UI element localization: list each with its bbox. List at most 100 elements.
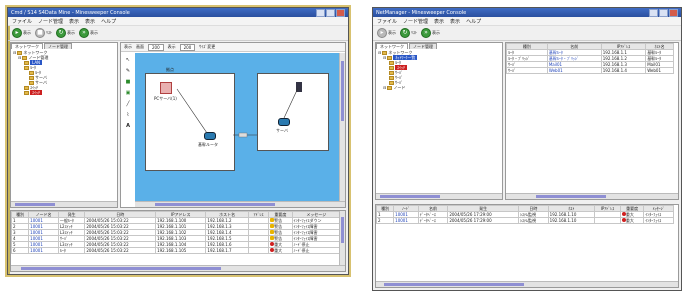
expand-toggle-icon[interactable]: ⊟	[13, 50, 16, 55]
line-tool-icon[interactable]: ╱	[126, 101, 129, 107]
table-cell: ﾙｰﾀ	[57, 247, 86, 254]
menu-file[interactable]: ファイル	[12, 18, 32, 25]
right-node-list: 種別 名前 IPｱﾄﾞﾚｽ ﾎｽﾄ名 ﾙｰﾀ 基幹ﾙｰﾀ 192.168.1.1 基幹ﾙｰﾀ…	[506, 43, 674, 74]
left-grid-vscroll[interactable]	[339, 211, 345, 267]
table-cell: Web01	[645, 67, 674, 74]
close-icon[interactable]	[336, 8, 345, 17]
left-event-grid-pane: 種別 ノード名 発生 日時 IPアドレス ホスト名 ｱﾄﾞﾚｽ 重要度 メッセージ 1 10001…	[10, 210, 346, 272]
refresh-icon: ↻	[56, 28, 66, 38]
table-cell: 6	[11, 247, 30, 254]
right-tree-hscroll[interactable]	[376, 193, 502, 199]
right-list-hscroll[interactable]	[506, 193, 678, 199]
right-grid-hscroll[interactable]	[376, 281, 678, 287]
table-cell: Web01	[546, 67, 602, 74]
table-cell: ｻｰﾊﾞ	[506, 67, 548, 74]
folder-icon	[24, 90, 29, 95]
toolbar-button-1[interactable]: ▸ 表示	[377, 28, 396, 38]
table-cell: ﾃﾞｰﾀﾍﾞｰｽ	[417, 217, 449, 224]
pen-tool-icon[interactable]: ✎	[126, 68, 130, 74]
forward-icon: »	[79, 28, 89, 38]
map-links	[176, 87, 299, 138]
table-row[interactable]: ｻｰﾊﾞ Web01 192.168.1.4 Web01	[506, 67, 674, 74]
folder-icon	[22, 55, 28, 60]
expand-toggle-icon[interactable]: ⊟	[378, 50, 381, 55]
menu-view[interactable]: 表示	[434, 18, 444, 25]
folder-icon	[387, 85, 393, 90]
menu-help[interactable]: ヘルプ	[466, 18, 481, 25]
table-cell: 2004/05/26 15:03:22	[84, 247, 157, 254]
left-window: Cmd / S14 S4Data Mine - Minesweeper Cons…	[7, 7, 349, 275]
right-event-grid-pane: 種別 ﾉｰﾄﾞ 名前 発生 日時 ﾎｽﾄ IPｱﾄﾞﾚｽ 重要度 ﾒｯｾｰｼﾞ 1 10001 ﾃﾞ…	[375, 204, 679, 288]
menu-view[interactable]: 表示	[69, 18, 79, 25]
map-tool-palette: ↖ ✎ ■ ▣ ╱ ⌇ A	[123, 53, 133, 207]
tab-network[interactable]: ネットワーク	[11, 43, 43, 49]
table-cell: 2004/05/26 17:29:00	[447, 217, 520, 224]
left-grid-hscroll[interactable]	[11, 265, 345, 271]
table-cell: 重大	[268, 247, 293, 254]
left-window-title: Cmd / S14 S4Data Mine - Minesweeper Cons…	[11, 9, 130, 16]
folder-icon	[389, 60, 394, 65]
toolbar-button-2[interactable]: ■ ﾘｽﾄ	[35, 28, 52, 38]
tree-node[interactable]: ｽｲｯﾁ	[13, 90, 115, 95]
map-vscroll[interactable]	[339, 53, 345, 201]
stop-icon: ■	[35, 28, 45, 38]
folder-icon	[382, 50, 388, 55]
right-event-grid: 種別 ﾉｰﾄﾞ 名前 発生 日時 ﾎｽﾄ IPｱﾄﾞﾚｽ 重要度 ﾒｯｾｰｼﾞ 1 10001 ﾃﾞ…	[376, 205, 674, 224]
left-tree-hscroll[interactable]	[11, 201, 117, 207]
expand-toggle-icon[interactable]: ⊟	[383, 85, 386, 90]
left-toolbar: ▸ 表示 ■ ﾘｽﾄ ↻ 表示 » 表示	[8, 26, 348, 41]
play-icon: ▸	[12, 28, 22, 38]
map-hscroll[interactable]	[135, 201, 345, 207]
minimize-icon[interactable]	[316, 8, 325, 17]
folder-icon	[389, 75, 394, 80]
menu-node[interactable]: ノード管理	[38, 18, 63, 25]
menu-view2[interactable]: 表示	[450, 18, 460, 25]
folder-icon	[389, 65, 394, 70]
table-cell: 192.168.1.7	[205, 247, 249, 254]
menu-view2[interactable]: 表示	[85, 18, 95, 25]
toolbar-button-1[interactable]: ▸ 表示	[12, 28, 31, 38]
table-row[interactable]: 6 10001 ﾙｰﾀ 2004/05/26 15:03:22 192.168.1.10…	[11, 247, 342, 254]
table-cell: 10001	[28, 247, 59, 254]
table-cell: 重大	[619, 217, 645, 224]
select-tool-icon[interactable]: ↖	[126, 57, 130, 63]
maximize-icon[interactable]	[659, 8, 668, 17]
right-window-title: NetManager - Minesweeper Console	[376, 9, 467, 16]
toolbar-button-3[interactable]: ↻ 表示	[56, 28, 75, 38]
maximize-icon[interactable]	[326, 8, 335, 17]
tab-node[interactable]: ノード管理	[409, 43, 437, 49]
connect-tool-icon[interactable]: ⌇	[127, 112, 129, 118]
table-cell: 192.168.1.10	[547, 217, 596, 224]
tab-network[interactable]: ネットワーク	[376, 43, 408, 49]
toolbar-button-4[interactable]: » 表示	[79, 28, 98, 38]
menu-file[interactable]: ファイル	[377, 18, 397, 25]
expand-toggle-icon[interactable]: ⊟	[18, 55, 21, 60]
toolbar-button-3[interactable]: » 表示	[421, 28, 440, 38]
right-window: NetManager - Minesweeper Console ファイル ノー…	[372, 7, 682, 291]
node-tool-icon[interactable]: ■	[126, 79, 131, 85]
tab-node[interactable]: ノード管理	[44, 43, 72, 49]
table-cell: ｼｽﾃﾑ監視	[518, 217, 549, 224]
left-menubar: ファイル ノード管理 表示 表示 ヘルプ	[8, 17, 348, 26]
network-map-canvas[interactable]: 拠点 PCサーバ(1) 基幹ルータ サーバ	[135, 53, 339, 201]
menu-help[interactable]: ヘルプ	[101, 18, 116, 25]
text-tool-icon[interactable]: A	[126, 123, 130, 129]
right-toolbar: ▸ 表示 ↻ ﾘｽﾄ » 表示	[373, 26, 681, 41]
tree-node[interactable]: ⊟ ノード	[378, 85, 500, 90]
folder-icon	[389, 70, 394, 75]
link-tool-icon[interactable]: ▣	[126, 90, 131, 96]
expand-toggle-icon[interactable]: ⊟	[383, 55, 386, 60]
minimize-icon[interactable]	[649, 8, 658, 17]
close-icon[interactable]	[669, 8, 678, 17]
menu-node[interactable]: ノード管理	[403, 18, 428, 25]
map-pane: 表示 画面 200 表示 200 ｻｲｽﾞ変更 ↖ ✎ ■ ▣ ╱ ⌇ A 拠点…	[120, 42, 346, 208]
left-event-grid: 種別 ノード名 発生 日時 IPアドレス ホスト名 ｱﾄﾞﾚｽ 重要度 メッセージ 1 10001…	[11, 211, 342, 254]
table-cell	[247, 247, 270, 254]
table-row[interactable]: 2 10001 ﾃﾞｰﾀﾍﾞｰｽ 2004/05/26 17:29:00 ｼｽﾃﾑ監視 1…	[376, 217, 674, 224]
folder-icon	[24, 65, 29, 70]
left-tree-pane: ネットワーク ノード管理 ⊟ ネットワーク ⊟ ノード管理 LAN ﾙｰﾀ ﾙｰﾀ サーバ サー…	[10, 42, 118, 208]
right-tree-pane: ネットワーク ノード管理 ⊟ ネットワーク ⊟ ﾈｯﾄﾜｰｸ一覧 ﾙｰﾀ ｽｲｯﾁ ｻｰﾊﾞ…	[375, 42, 503, 200]
folder-icon	[29, 70, 34, 75]
toolbar-button-2[interactable]: ↻ ﾘｽﾄ	[400, 28, 417, 38]
left-tree: ⊟ ネットワーク ⊟ ノード管理 LAN ﾙｰﾀ ﾙｰﾀ サーバ サーバ ｽｲｯﾁ ｽｲｯﾁ	[11, 49, 117, 96]
